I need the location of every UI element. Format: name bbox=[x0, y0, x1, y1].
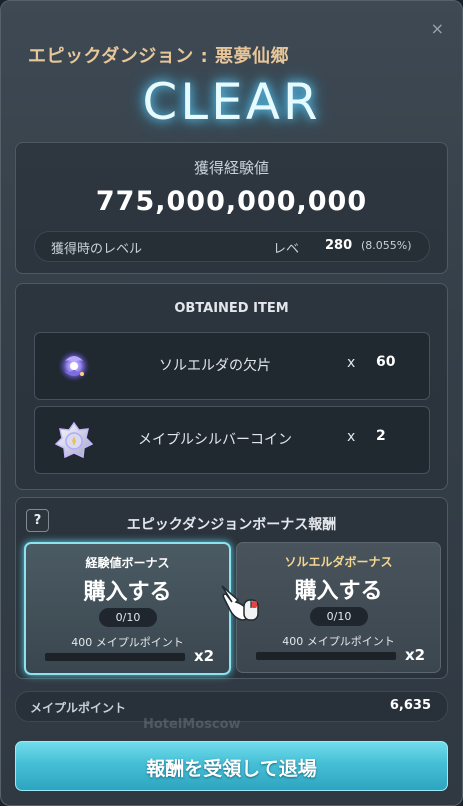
item-name: ソルエルダの欠片 bbox=[159, 358, 271, 374]
experience-label: 獲得経験値 bbox=[193, 159, 269, 177]
sol-erda-fragment-icon bbox=[58, 350, 90, 382]
maple-points-value: 6,635 bbox=[389, 698, 431, 713]
sol-erda-bonus-card[interactable]: ソルエルダボーナス 購入する 0/10 400 メイプルポイント x2 bbox=[236, 542, 441, 673]
card-progress-bar bbox=[45, 653, 185, 661]
card-multiplier: x2 bbox=[194, 647, 215, 665]
purchase-count: 0/10 bbox=[310, 607, 368, 626]
clear-banner: CLEAR bbox=[142, 73, 321, 131]
obtained-items-panel: OBTAINED ITEM ソルエルダの欠片 x 60 メイプルシルバーコイン … bbox=[15, 283, 448, 490]
maple-points-label: メイプルポイント bbox=[30, 701, 127, 715]
watermark: HotelMoscow bbox=[143, 717, 241, 732]
card-multiplier: x2 bbox=[405, 646, 426, 664]
item-multiplier-sign: x bbox=[347, 355, 356, 371]
pointer-hand-cursor-icon bbox=[221, 585, 259, 621]
card-title: 経験値ボーナス bbox=[85, 556, 170, 570]
list-item: メイプルシルバーコイン x 2 bbox=[34, 406, 430, 474]
close-icon[interactable]: × bbox=[431, 21, 444, 37]
item-quantity: 2 bbox=[376, 428, 386, 444]
experience-value: 775,000,000,000 bbox=[95, 186, 368, 217]
experience-panel: 獲得経験値 775,000,000,000 獲得時のレベル レベ 280 (8.… bbox=[15, 142, 448, 274]
card-title: ソルエルダボーナス bbox=[284, 555, 393, 569]
level-word: レベ bbox=[273, 242, 300, 257]
item-multiplier-sign: x bbox=[347, 429, 356, 445]
item-name: メイプルシルバーコイン bbox=[138, 432, 292, 448]
receive-reward-exit-button[interactable]: 報酬を受領して退場 bbox=[15, 741, 448, 791]
card-progress-bar bbox=[256, 652, 396, 660]
purchase-count: 0/10 bbox=[99, 608, 157, 627]
level-bar: 獲得時のレベル レベ 280 (8.055%) bbox=[34, 231, 430, 262]
maple-silver-coin-icon bbox=[55, 421, 93, 459]
exp-bonus-card[interactable]: 経験値ボーナス 購入する 0/10 400 メイプルポイント x2 bbox=[24, 542, 231, 675]
level-value: 280 bbox=[325, 238, 353, 253]
bonus-heading: エピックダンジョンボーナス報酬 bbox=[126, 517, 337, 533]
level-label: 獲得時のレベル bbox=[51, 242, 143, 257]
buy-button-label: 購入する bbox=[83, 580, 172, 605]
level-percent: (8.055%) bbox=[361, 239, 412, 252]
exit-button-label: 報酬を受領して退場 bbox=[146, 758, 317, 780]
dungeon-result-window: × エピックダンジョン : 悪夢仙郷 CLEAR 獲得経験値 775,000,0… bbox=[0, 0, 463, 806]
item-quantity: 60 bbox=[376, 354, 396, 370]
dungeon-title: エピックダンジョン : 悪夢仙郷 bbox=[28, 46, 290, 67]
obtained-items-heading: OBTAINED ITEM bbox=[174, 301, 289, 316]
list-item: ソルエルダの欠片 x 60 bbox=[34, 332, 430, 400]
buy-button-label: 購入する bbox=[294, 579, 383, 604]
